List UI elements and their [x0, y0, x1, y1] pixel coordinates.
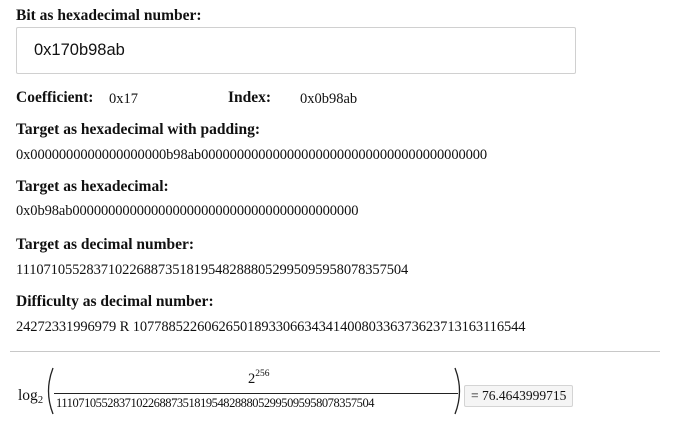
difficulty-value: 24272331996979 R 10778852260626501893306…: [16, 319, 526, 335]
difficulty-formula: log2 2256 111071055283710226887351819548…: [18, 366, 598, 426]
coefficient-label: Coefficient:: [16, 89, 94, 106]
target-decimal-label: Target as decimal number:: [16, 236, 195, 253]
divider: [10, 351, 660, 352]
numerator-exponent: 256: [255, 369, 270, 379]
result-box: = 76.4643999715: [464, 385, 574, 407]
bits-label: Bit as hexadecimal number:: [16, 7, 202, 24]
target-hex-label: Target as hexadecimal:: [16, 178, 169, 195]
fraction-bar: [54, 393, 458, 394]
difficulty-label: Difficulty as decimal number:: [16, 293, 214, 310]
left-paren-icon: [47, 367, 54, 415]
target-decimal-value: 1110710552837102268873518195482888052995…: [16, 262, 409, 278]
index-value: 0x0b98ab: [300, 91, 358, 107]
index-label: Index:: [228, 89, 272, 106]
log-text: log: [18, 387, 38, 404]
log-function: log2: [18, 387, 43, 406]
denominator: 1110710552837102268873518195482888052995…: [56, 396, 375, 410]
bits-input[interactable]: [16, 27, 576, 74]
numerator: 2256: [248, 369, 270, 388]
target-padded-value: 0x0000000000000000000b98ab00000000000000…: [16, 147, 488, 163]
coefficient-value: 0x17: [109, 91, 138, 107]
target-padded-label: Target as hexadecimal with padding:: [16, 121, 261, 138]
target-hex-value: 0x0b98ab00000000000000000000000000000000…: [16, 203, 359, 219]
